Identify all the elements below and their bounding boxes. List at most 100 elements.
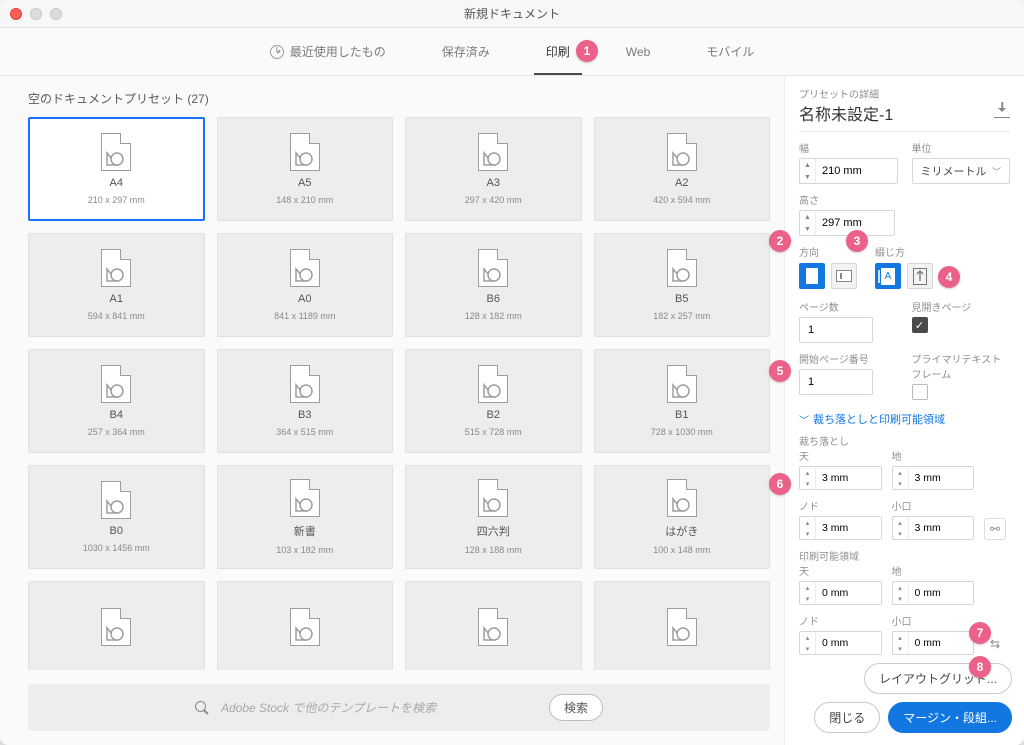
preset-name: B4: [110, 409, 123, 421]
preset-grid: A4210 x 297 mmA5148 x 210 mm A3 297 x 420 …: [28, 117, 770, 670]
page-icon: [478, 365, 508, 403]
slug-inside[interactable]: ▴▾: [799, 631, 882, 655]
preset-card[interactable]: B6 128 x 182 mm: [405, 233, 582, 337]
units-select[interactable]: ミリメートル﹀: [912, 158, 1011, 184]
preset-card[interactable]: はがき100 x 148 mm: [594, 465, 771, 569]
preset-card[interactable]: B5182 x 257 mm: [594, 233, 771, 337]
preset-name: A3: [487, 177, 500, 189]
search-bar: 検索: [28, 684, 770, 731]
page-icon: [667, 249, 697, 287]
category-tabs: 最近使用したもの 保存済み 印刷 Web モバイル 1: [0, 28, 1024, 76]
preset-card[interactable]: B2 515 x 728 mm: [405, 349, 582, 453]
preset-card[interactable]: 新書 103 x 182 mm: [217, 465, 394, 569]
preset-size: 297 x 420 mm: [465, 195, 522, 205]
page-icon: [667, 133, 697, 171]
close-button[interactable]: 閉じる: [814, 702, 880, 733]
preset-name: B3: [298, 409, 311, 421]
search-button[interactable]: 検索: [549, 694, 603, 721]
preset-card[interactable]: A5148 x 210 mm: [217, 117, 394, 221]
layout-grid-button[interactable]: レイアウトグリッド...: [864, 663, 1012, 694]
orientation-portrait[interactable]: [799, 263, 825, 289]
page-icon: [478, 608, 508, 646]
preset-size: 515 x 728 mm: [465, 427, 522, 437]
primary-text-frame-checkbox[interactable]: [912, 384, 928, 400]
height-field[interactable]: ▲▼: [799, 210, 895, 236]
preset-size: 128 x 182 mm: [465, 311, 522, 321]
page-icon: [101, 608, 131, 646]
preset-size: 364 x 515 mm: [276, 427, 333, 437]
search-input[interactable]: [219, 700, 539, 716]
bleed-outside[interactable]: ▴▾: [892, 516, 975, 540]
preset-name: B6: [487, 293, 500, 305]
preset-name: B2: [487, 409, 500, 421]
preset-card[interactable]: B1 728 x 1030 mm: [594, 349, 771, 453]
preset-name: B5: [675, 293, 688, 305]
page-icon: [667, 479, 697, 517]
preset-card[interactable]: [217, 581, 394, 670]
section-title: 空のドキュメントプリセット (27): [28, 90, 770, 107]
page-icon: [478, 133, 508, 171]
window-title: 新規ドキュメント: [464, 5, 560, 22]
preset-name: A4: [110, 177, 123, 189]
bleed-top[interactable]: ▴▾: [799, 466, 882, 490]
preset-size: 103 x 182 mm: [276, 545, 333, 555]
link-bleed-icon[interactable]: ⚯: [984, 518, 1006, 540]
save-preset-icon[interactable]: [994, 108, 1010, 118]
document-name[interactable]: 名称未設定-1: [799, 101, 893, 125]
page-icon: [667, 608, 697, 646]
preset-card[interactable]: [594, 581, 771, 670]
bleed-inside[interactable]: ▴▾: [799, 516, 882, 540]
facing-pages-checkbox[interactable]: ✓: [912, 317, 928, 333]
close-window-icon[interactable]: [10, 8, 22, 20]
start-page-field[interactable]: [799, 369, 873, 395]
preset-card[interactable]: B4 257 x 364 mm: [28, 349, 205, 453]
clock-icon: [270, 45, 284, 59]
tab-mobile[interactable]: モバイル: [706, 29, 754, 74]
orientation-landscape[interactable]: [831, 263, 857, 289]
preset-name: B1: [675, 409, 688, 421]
preset-card[interactable]: A3 297 x 420 mm: [405, 117, 582, 221]
page-icon: [101, 249, 131, 287]
preset-name: B0: [110, 525, 123, 537]
page-icon: [290, 249, 320, 287]
pages-field[interactable]: [799, 317, 873, 343]
bleed-disclosure[interactable]: ﹀裁ち落としと印刷可能領域: [799, 411, 1010, 427]
tab-web[interactable]: Web: [626, 31, 650, 73]
preset-size: 841 x 1189 mm: [274, 311, 335, 321]
preset-card[interactable]: A1 594 x 841 mm: [28, 233, 205, 337]
page-icon: [101, 481, 131, 519]
slug-top[interactable]: ▴▾: [799, 581, 882, 605]
callout-1: 1: [576, 40, 598, 62]
page-icon: [290, 608, 320, 646]
preset-name: A1: [110, 293, 123, 305]
bleed-bottom[interactable]: ▴▾: [892, 466, 975, 490]
preset-card[interactable]: A4210 x 297 mm: [28, 117, 205, 221]
preset-name: A2: [675, 177, 688, 189]
details-panel: プリセットの詳細 名称未設定-1 幅 ▲▼ 単位: [784, 76, 1024, 745]
preset-size: 257 x 364 mm: [88, 427, 145, 437]
tab-print[interactable]: 印刷: [546, 29, 570, 74]
slug-outside[interactable]: ▴▾: [892, 631, 975, 655]
tab-recent[interactable]: 最近使用したもの: [270, 29, 386, 74]
margins-button[interactable]: マージン・段組...: [888, 702, 1012, 733]
preset-card[interactable]: [28, 581, 205, 670]
preset-card[interactable]: [405, 581, 582, 670]
preset-card[interactable]: B3 364 x 515 mm: [217, 349, 394, 453]
titlebar: 新規ドキュメント: [0, 0, 1024, 28]
details-heading: プリセットの詳細: [799, 86, 1010, 101]
preset-card[interactable]: A2420 x 594 mm: [594, 117, 771, 221]
preset-card[interactable]: B01030 x 1456 mm: [28, 465, 205, 569]
binding-left[interactable]: A: [875, 263, 901, 289]
preset-size: 594 x 841 mm: [88, 311, 145, 321]
preset-size: 100 x 148 mm: [653, 545, 710, 555]
preset-name: 新書: [294, 523, 316, 539]
link-slug-icon[interactable]: ⇆: [984, 633, 1006, 655]
tab-saved[interactable]: 保存済み: [442, 29, 490, 74]
preset-name: A5: [298, 177, 311, 189]
preset-size: 728 x 1030 mm: [651, 427, 713, 437]
preset-card[interactable]: 四六判128 x 188 mm: [405, 465, 582, 569]
binding-right[interactable]: [907, 263, 933, 289]
slug-bottom[interactable]: ▴▾: [892, 581, 975, 605]
width-field[interactable]: ▲▼: [799, 158, 898, 184]
preset-card[interactable]: A0841 x 1189 mm: [217, 233, 394, 337]
